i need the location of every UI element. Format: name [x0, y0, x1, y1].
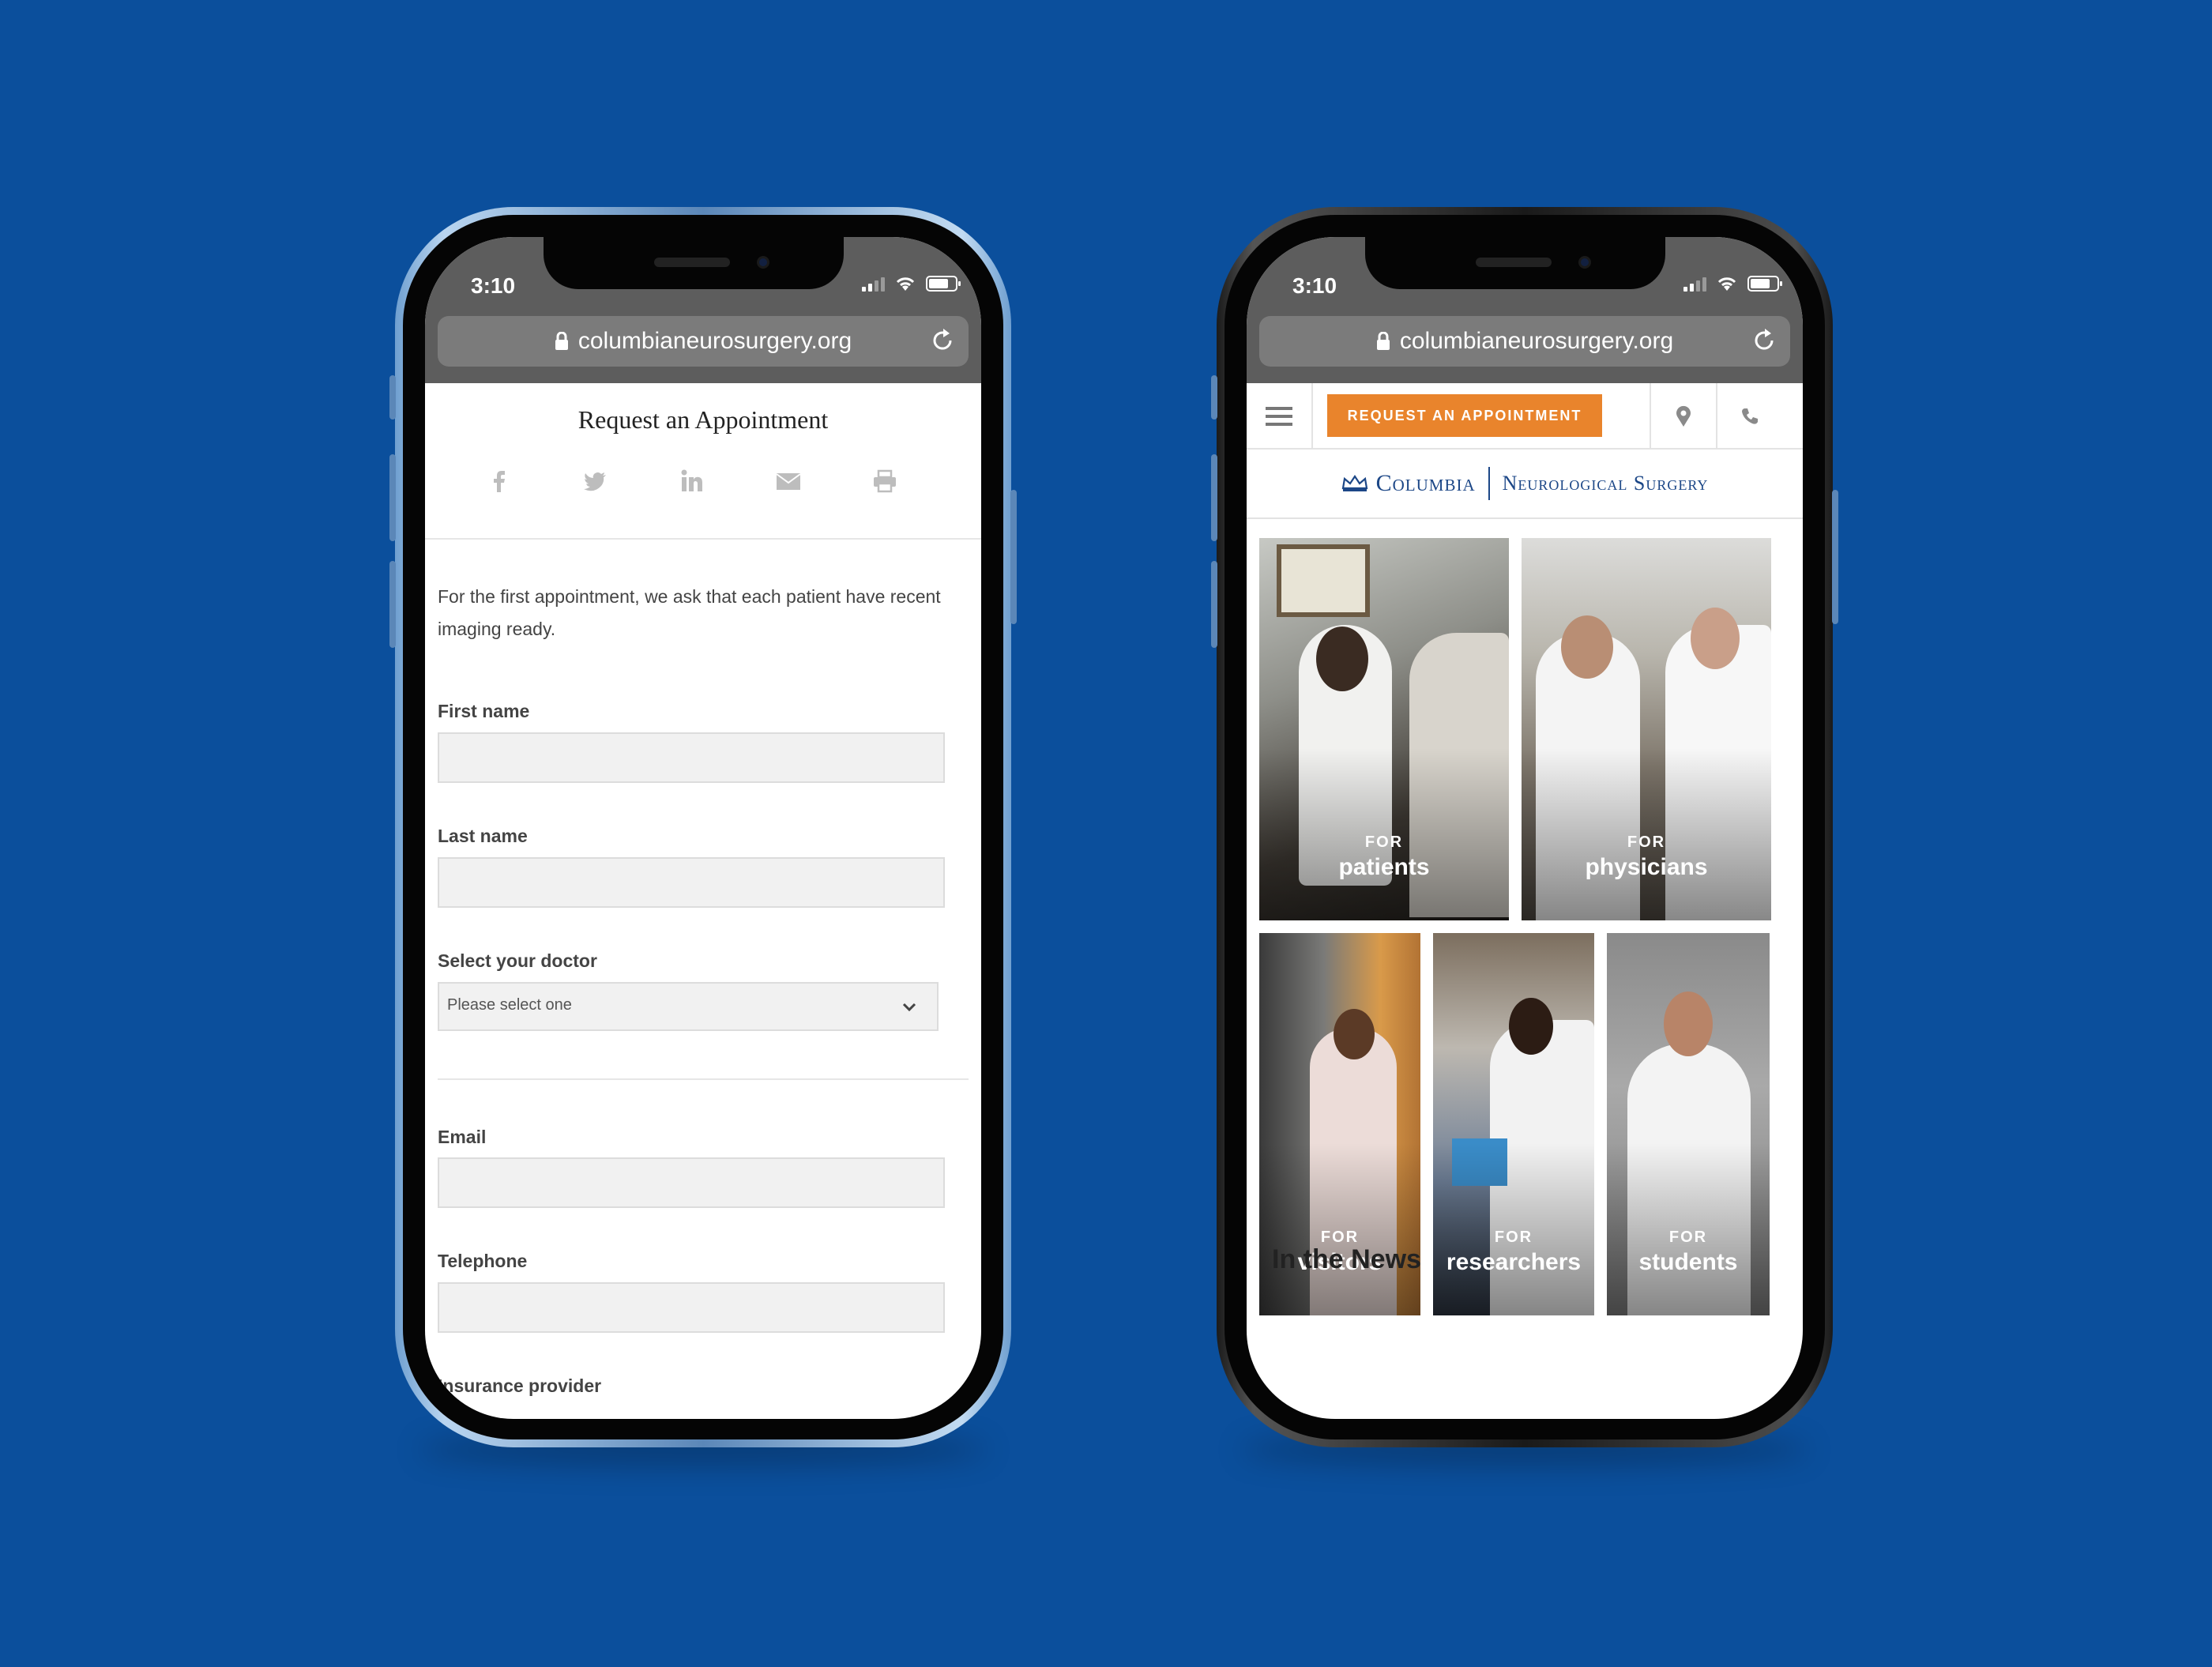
print-icon[interactable] — [872, 468, 897, 494]
visitor-head — [1334, 1009, 1375, 1059]
crown-icon — [1341, 475, 1367, 491]
tile-audience-label: students — [1638, 1249, 1738, 1275]
email-label: Email — [438, 1127, 487, 1147]
doctor-head — [1561, 615, 1613, 679]
page-title: Request an Appointment — [577, 405, 829, 434]
tile-for-label: FOR — [1627, 834, 1666, 851]
site-header: REQUEST AN APPOINTMENT — [1247, 383, 1803, 450]
tile-students[interactable]: FOR students — [1607, 933, 1770, 1315]
first-name-field[interactable] — [438, 732, 945, 783]
request-appointment-button[interactable]: REQUEST AN APPOINTMENT — [1327, 394, 1602, 437]
first-name-label: First name — [438, 701, 530, 721]
browser-chrome: 3:10 columbianeurosurgery.org — [425, 237, 981, 383]
tile-for-label: FOR — [1494, 1229, 1533, 1246]
tile-for-label: FOR — [1668, 1229, 1708, 1246]
intro-text: For the first appointment, we ask that e… — [438, 586, 941, 639]
call-button[interactable] — [1716, 383, 1782, 450]
doctor-label: Select your doctor — [438, 950, 597, 971]
power-button — [1832, 490, 1838, 624]
tile-audience-label: physicians — [1585, 854, 1708, 880]
map-pin-icon — [1676, 405, 1691, 427]
chevron-down-icon — [902, 1003, 916, 1012]
signal-icon — [1683, 276, 1706, 292]
location-button[interactable] — [1650, 383, 1716, 450]
lock-icon — [1376, 332, 1390, 350]
volume-down-button — [389, 561, 396, 648]
logo-separator — [1488, 467, 1490, 500]
tile-audience-label: researchers — [1446, 1249, 1582, 1275]
form-screen: 3:10 columbianeurosurgery.org Request an… — [425, 237, 981, 1419]
researcher-head — [1509, 998, 1553, 1055]
power-button — [1010, 490, 1017, 624]
insurance-label: Insurance provider — [438, 1375, 602, 1396]
mute-switch — [389, 375, 396, 420]
doctor-select-value: Please select one — [447, 996, 572, 1014]
linkedin-icon[interactable] — [679, 468, 705, 494]
battery-icon — [1747, 276, 1782, 292]
lock-icon — [555, 332, 568, 350]
phone-left: 3:10 columbianeurosurgery.org Request an… — [395, 207, 1011, 1447]
url-bar[interactable]: columbianeurosurgery.org — [438, 316, 969, 367]
share-row — [487, 468, 897, 494]
wall-painting — [1277, 544, 1370, 617]
tile-audience-label: patients — [1338, 854, 1430, 880]
browser-chrome: 3:10 columbianeurosurgery.org — [1247, 237, 1803, 383]
divider — [425, 538, 981, 540]
home-page: REQUEST AN APPOINTMENT Columbia Neurolog… — [1247, 383, 1803, 1419]
status-icons — [862, 275, 961, 292]
tile-for-label: FOR — [1364, 834, 1404, 851]
status-time: 3:10 — [1292, 273, 1337, 298]
menu-button[interactable] — [1247, 383, 1313, 450]
battery-icon — [926, 276, 961, 292]
wifi-icon — [896, 277, 915, 291]
logo-department: Neurological Surgery — [1502, 472, 1709, 495]
phone-right: 3:10 columbianeurosurgery.org REQUEST AN… — [1217, 207, 1833, 1447]
doctor-select[interactable]: Please select one — [438, 982, 939, 1031]
url-text: columbianeurosurgery.org — [1399, 328, 1674, 354]
volume-up-button — [1211, 454, 1217, 541]
divider — [438, 1078, 969, 1080]
doctor-head — [1691, 608, 1740, 669]
notch — [544, 237, 844, 289]
status-time: 3:10 — [471, 273, 516, 298]
tile-patients[interactable]: FOR patients — [1259, 538, 1509, 920]
url-text: columbianeurosurgery.org — [577, 328, 852, 354]
volume-up-button — [389, 454, 396, 541]
status-icons — [1683, 275, 1782, 292]
logo-columbia: Columbia — [1375, 470, 1476, 496]
tile-researchers[interactable]: FOR researchers — [1433, 933, 1594, 1315]
signal-icon — [862, 276, 885, 292]
student-head — [1664, 992, 1713, 1056]
phone-icon — [1742, 408, 1758, 424]
doctor-head — [1316, 627, 1368, 691]
wifi-icon — [1717, 277, 1736, 291]
news-heading: In the News — [1272, 1244, 1421, 1274]
url-bar[interactable]: columbianeurosurgery.org — [1259, 316, 1790, 367]
reload-icon[interactable] — [929, 327, 956, 354]
twitter-icon[interactable] — [583, 468, 608, 494]
telephone-field[interactable] — [438, 1282, 945, 1333]
facebook-icon[interactable] — [487, 468, 512, 494]
last-name-field[interactable] — [438, 857, 945, 908]
last-name-label: Last name — [438, 826, 528, 846]
email-icon[interactable] — [776, 468, 801, 494]
email-field[interactable] — [438, 1157, 945, 1208]
tile-physicians[interactable]: FOR physicians — [1522, 538, 1771, 920]
reload-icon[interactable] — [1751, 327, 1778, 354]
notch — [1365, 237, 1665, 289]
mute-switch — [1211, 375, 1217, 420]
appointment-form-page: Request an Appointment For the first app… — [425, 383, 981, 1419]
home-screen: 3:10 columbianeurosurgery.org REQUEST AN… — [1247, 237, 1803, 1419]
volume-down-button — [1211, 561, 1217, 648]
site-logo[interactable]: Columbia Neurological Surgery — [1247, 450, 1803, 519]
hamburger-icon — [1266, 407, 1292, 426]
telephone-label: Telephone — [438, 1251, 528, 1271]
